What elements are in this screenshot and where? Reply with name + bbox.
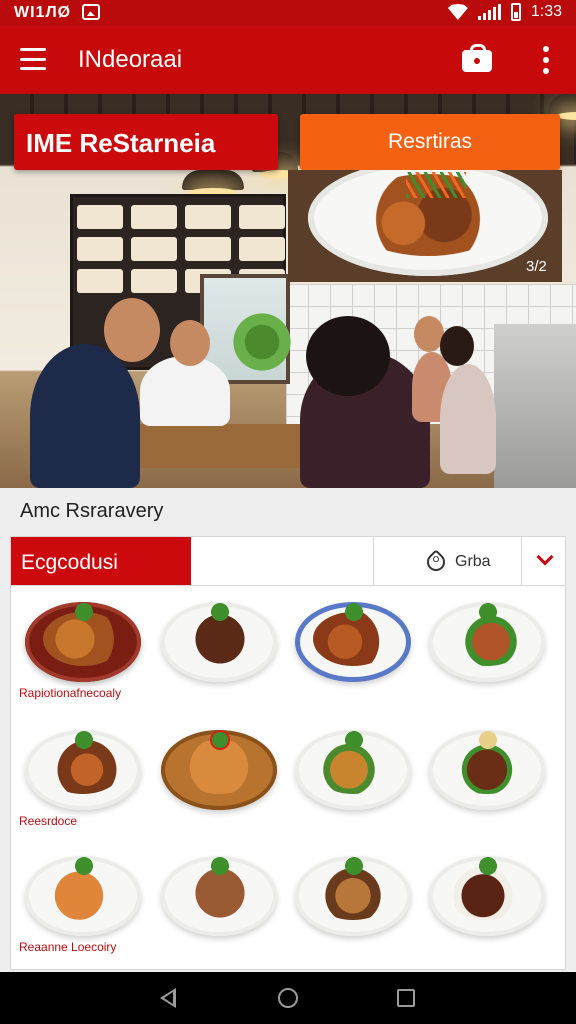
dish-garnish — [203, 730, 237, 750]
diner-hijab — [306, 316, 390, 396]
hero-brand-label: IME ReStarneia — [14, 114, 278, 170]
dish-garnish — [203, 856, 237, 876]
dish-card[interactable]: Reesrdoce — [19, 722, 153, 840]
diner-head — [440, 326, 474, 366]
potted-plant — [232, 294, 292, 374]
filter-search-label: Grba — [455, 553, 491, 570]
diner-head — [170, 320, 210, 366]
dish-card[interactable] — [155, 594, 289, 712]
dish-garnish — [337, 856, 371, 876]
pendant-lamp — [182, 170, 244, 196]
section-title: Amc Rsraravery — [20, 500, 164, 522]
kitchen-appliances — [494, 324, 576, 488]
dish-card[interactable] — [155, 722, 289, 840]
dish-garnish — [67, 730, 101, 750]
dish-card[interactable] — [289, 722, 423, 840]
more-icon[interactable] — [540, 46, 552, 74]
status-time: 1:33 — [530, 3, 562, 20]
dish-garnish — [471, 602, 505, 622]
filter-tab[interactable]: Ecgcodusi — [11, 537, 191, 585]
dish-garnish — [471, 856, 505, 876]
battery-icon — [510, 3, 521, 21]
home-icon[interactable] — [278, 988, 298, 1008]
dish-card[interactable]: Rapiotionafnecoaly — [19, 594, 153, 712]
dish-garnish — [471, 730, 505, 750]
dish-card[interactable] — [423, 722, 557, 840]
wifi-icon — [447, 4, 468, 20]
diner-figure — [30, 344, 140, 488]
hamburger-icon[interactable] — [20, 48, 46, 70]
hero-featured-dish[interactable]: 3/2 — [288, 170, 562, 282]
hero-dish-count: 3/2 — [526, 258, 547, 275]
app-bar: INdeoraai — [0, 26, 576, 94]
dish-garnish — [337, 602, 371, 622]
dish-garnish — [67, 602, 101, 622]
dish-garnish — [406, 172, 466, 198]
chevron-down-icon[interactable] — [536, 548, 554, 566]
status-icons: 1:33 — [447, 3, 562, 21]
filter-divider — [521, 537, 522, 585]
signal-icon — [477, 4, 501, 20]
dish-card[interactable] — [289, 848, 423, 966]
dish-card[interactable] — [423, 848, 557, 966]
back-icon[interactable] — [160, 988, 176, 1008]
filter-bar: Ecgcodusi Grba — [10, 536, 566, 586]
status-bar: WI1ЛØ 1:33 — [0, 0, 576, 26]
dish-card[interactable]: Reaanne Loecoiry — [19, 848, 153, 966]
hero-banner: IME ReStarneia Resrtiras 3/2 — [0, 94, 576, 488]
dish-card[interactable] — [423, 594, 557, 712]
filter-search-button[interactable]: Grba — [375, 537, 523, 585]
dish-garnish — [203, 602, 237, 622]
dish-garnish — [337, 730, 371, 750]
system-nav-bar — [0, 972, 576, 1024]
dish-card[interactable] — [155, 848, 289, 966]
hero-cta-button[interactable]: Resrtiras — [300, 114, 560, 170]
diner-head — [104, 298, 160, 362]
filter-divider — [373, 537, 374, 585]
dish-card[interactable] — [289, 594, 423, 712]
image-icon — [82, 4, 100, 20]
recents-icon[interactable] — [397, 989, 415, 1007]
status-left-text: WI1ЛØ — [14, 4, 72, 21]
diner-figure — [140, 356, 230, 426]
app-title: INdeoraai — [78, 46, 183, 73]
restaurant-section: Amc Rsraravery Ecgcodusi Grba Rapiotiona… — [0, 488, 576, 972]
cart-icon[interactable] — [462, 44, 494, 72]
tag-icon — [423, 549, 449, 575]
dish-garnish — [67, 856, 101, 876]
dish-grid: Rapiotionafnecoaly Reesrdoce Reaanne Loe… — [10, 586, 566, 970]
diner-figure — [440, 364, 496, 474]
